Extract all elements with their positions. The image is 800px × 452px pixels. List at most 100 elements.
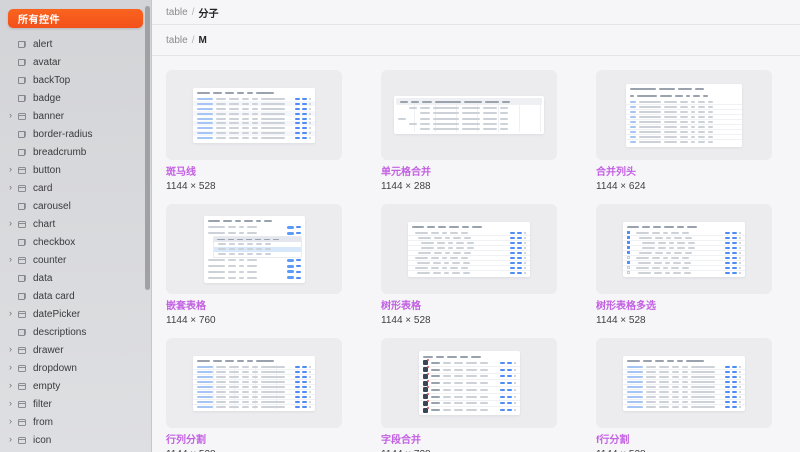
gallery-card: 嵌套表格 1144 × 760 <box>166 204 342 327</box>
chevron-right-icon[interactable]: › <box>9 219 18 228</box>
table-preview <box>408 222 530 277</box>
chevron-right-icon[interactable]: › <box>9 309 18 318</box>
screenshot-thumbnail[interactable] <box>381 204 557 294</box>
sidebar-item-avatar[interactable]: avatar <box>0 53 151 71</box>
asset-browser-window: 所有控件 alert avatar backTopbadge › banner borde… <box>0 0 800 452</box>
asset-title-link[interactable]: 树形表格多选 <box>596 301 772 313</box>
asset-title-link[interactable]: f行分割 <box>596 435 772 447</box>
sidebar-item-card[interactable]: ›card <box>0 179 151 197</box>
sidebar-item-banner[interactable]: › banner <box>0 107 151 125</box>
sidebar-item-descriptions[interactable]: descriptions <box>0 323 151 341</box>
sidebar-item-data-card[interactable]: data card <box>0 287 151 305</box>
sidebar-item-checkbox[interactable]: checkbox <box>0 233 151 251</box>
asset-title-link[interactable]: 合并列头 <box>596 167 772 179</box>
sidebar-item-label: breadcrumb <box>33 147 86 158</box>
breadcrumb-separator: / <box>192 35 195 46</box>
sidebar-item-label: datePicker <box>33 309 80 320</box>
screenshot-thumbnail[interactable] <box>381 338 557 428</box>
screenshot-thumbnail[interactable] <box>166 204 342 294</box>
chevron-right-icon[interactable]: › <box>9 165 18 174</box>
chevron-right-icon[interactable]: › <box>9 183 18 192</box>
sidebar-item-label: data <box>33 273 52 284</box>
screenshot-thumbnail[interactable] <box>596 338 772 428</box>
box-icon <box>18 365 26 372</box>
asset-dimensions: 1144 × 528 <box>596 315 772 327</box>
chevron-right-icon[interactable]: › <box>9 345 18 354</box>
sidebar-item-label: checkbox <box>33 237 75 248</box>
sidebar-item-badge[interactable]: badge <box>0 89 151 107</box>
chevron-right-icon[interactable]: › <box>9 111 18 120</box>
breadcrumb-parent-link[interactable]: table <box>166 35 188 46</box>
chevron-right-icon[interactable]: › <box>9 417 18 426</box>
sidebar-item-backtop[interactable]: backTop <box>0 71 151 89</box>
sidebar-item-carousel[interactable]: carousel <box>0 197 151 215</box>
component-icon <box>18 293 26 300</box>
sidebar-scrollbar[interactable] <box>145 6 150 290</box>
table-preview <box>193 88 315 143</box>
screenshot-thumbnail[interactable] <box>166 70 342 160</box>
component-icon <box>18 77 26 84</box>
box-icon <box>18 401 26 408</box>
asset-title-link[interactable]: 行列分割 <box>166 435 342 447</box>
sidebar-item-label: banner <box>33 111 64 122</box>
table-preview <box>623 222 745 277</box>
screenshot-thumbnail[interactable] <box>166 338 342 428</box>
asset-dimensions: 1144 × 760 <box>166 315 342 327</box>
sidebar-all-components-button[interactable]: 所有控件 <box>8 9 143 28</box>
asset-dimensions: 1144 × 528 <box>166 181 342 193</box>
screenshot-thumbnail[interactable] <box>596 70 772 160</box>
table-preview <box>419 351 520 415</box>
box-icon <box>18 113 26 120</box>
asset-title-link[interactable]: 斑马线 <box>166 167 342 179</box>
chevron-right-icon[interactable]: › <box>9 255 18 264</box>
box-icon <box>18 383 26 390</box>
asset-title-link[interactable]: 字段合并 <box>381 435 557 447</box>
chevron-right-icon[interactable]: › <box>9 363 18 372</box>
main-panel: table / 分子 table / M 斑马线1144 × 528单元格合并1… <box>152 0 800 452</box>
sidebar-item-label: from <box>33 417 53 428</box>
asset-title-link[interactable]: 单元格合并 <box>381 167 557 179</box>
gallery-card: 合并列头1144 × 624 <box>596 70 772 193</box>
box-icon <box>18 257 26 264</box>
sidebar-item-from[interactable]: › from <box>0 413 151 431</box>
component-icon <box>18 41 26 48</box>
chevron-right-icon[interactable]: › <box>9 399 18 408</box>
breadcrumb-parent-link[interactable]: table <box>166 7 188 18</box>
gallery-card: 树形表格1144 × 528 <box>381 204 557 327</box>
asset-title-link[interactable]: 树形表格 <box>381 301 557 313</box>
box-icon <box>18 221 26 228</box>
sidebar-item-breadcrumb[interactable]: breadcrumb <box>0 143 151 161</box>
chevron-right-icon[interactable]: › <box>9 435 18 444</box>
sidebar-item-counter[interactable]: ›counter <box>0 251 151 269</box>
component-icon <box>18 275 26 282</box>
sidebar-item-label: border-radius <box>33 129 92 140</box>
sidebar-item-chart[interactable]: ›chart <box>0 215 151 233</box>
table-preview <box>626 84 742 147</box>
sidebar-item-label: drawer <box>33 345 64 356</box>
sidebar: 所有控件 alert avatar backTopbadge › banner borde… <box>0 0 152 452</box>
sidebar-item-datepicker[interactable]: › datePicker <box>0 305 151 323</box>
component-icon <box>18 59 26 66</box>
sidebar-item-label: avatar <box>33 57 61 68</box>
sidebar-item-icon[interactable]: › icon <box>0 431 151 449</box>
sidebar-item-filter[interactable]: ›filter <box>0 395 151 413</box>
breadcrumb-current: 分子 <box>198 5 218 20</box>
sidebar-item-drawer[interactable]: › drawer <box>0 341 151 359</box>
breadcrumb-current: M <box>198 35 206 46</box>
sidebar-item-data[interactable]: data <box>0 269 151 287</box>
screenshot-thumbnail[interactable] <box>596 204 772 294</box>
chevron-right-icon[interactable]: › <box>9 381 18 390</box>
sidebar-item-dropdown[interactable]: › dropdown <box>0 359 151 377</box>
sidebar-item-border-radius[interactable]: border-radius <box>0 125 151 143</box>
sidebar-item-label: dropdown <box>33 363 77 374</box>
asset-title-link[interactable]: 嵌套表格 <box>166 301 342 313</box>
sidebar-item-label: icon <box>33 435 51 446</box>
sidebar-item-alert[interactable]: alert <box>0 35 151 53</box>
sidebar-item-button[interactable]: ›button <box>0 161 151 179</box>
gallery-card: 字段合并1144 × 728 <box>381 338 557 452</box>
screenshot-thumbnail[interactable] <box>381 70 557 160</box>
asset-dimensions: 1144 × 288 <box>381 181 557 193</box>
sidebar-item-label: alert <box>33 39 52 50</box>
box-icon <box>18 437 26 444</box>
sidebar-item-empty[interactable]: ›empty <box>0 377 151 395</box>
